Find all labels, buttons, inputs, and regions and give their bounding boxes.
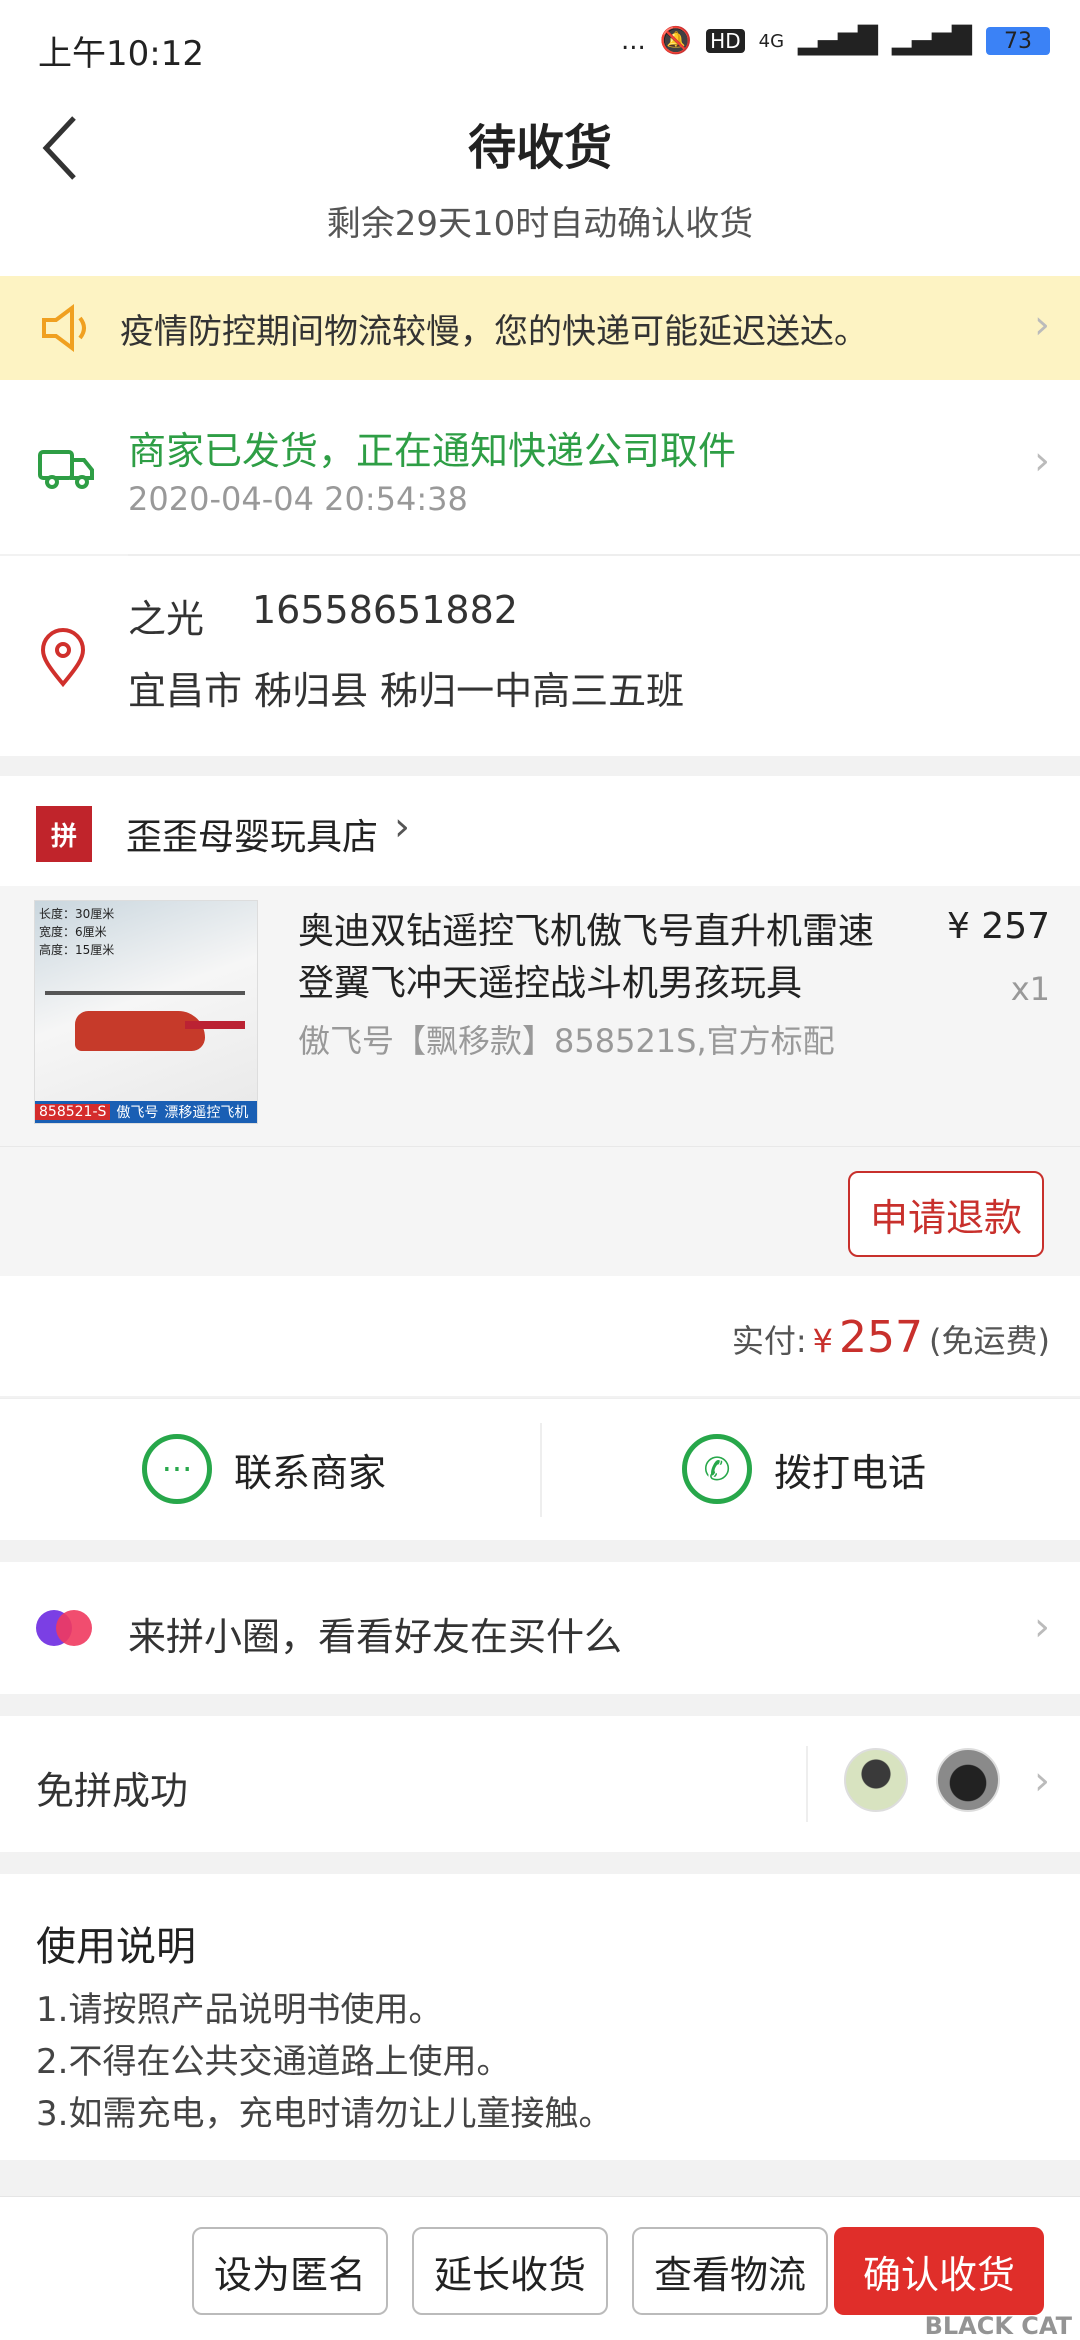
chevron-right-icon: › (394, 804, 410, 850)
call-button[interactable]: ✆ 拨打电话 (682, 1429, 926, 1509)
view-logistics-button[interactable]: 查看物流 (632, 2227, 828, 2315)
helicopter-rotor (45, 991, 245, 995)
chat-bubble-icon: ··· (142, 1434, 212, 1504)
helicopter-body (75, 1011, 205, 1051)
product-title[interactable]: 奥迪双钻遥控飞机傲飞号直升机雷速登翼飞冲天遥控战斗机男孩玩具 (298, 906, 888, 1010)
contact-row: ··· 联系商家 ✆ 拨打电话 (0, 1398, 1080, 1540)
status-bar: 上午10:12 ... 🔕 HD 4G ▂▄▆█ ▂▄▆█ 73 (0, 0, 1080, 100)
store-name[interactable]: 歪歪母婴玩具店 (126, 808, 378, 860)
circle-logo-icon (56, 1610, 92, 1646)
product-image-caption: 858521-S 傲飞号 漂移遥控飞机 (35, 1101, 257, 1123)
store-section: 拼 歪歪母婴玩具店 › 长度：30厘米 宽度：6厘米 高度：15厘米 85852… (0, 776, 1080, 1276)
speaker-icon (42, 304, 86, 352)
product-quantity: x1 (1010, 970, 1050, 1008)
avatar[interactable] (936, 1748, 1000, 1812)
refund-button[interactable]: 申请退款 (848, 1171, 1044, 1257)
paid-currency: ¥ (812, 1322, 834, 1360)
more-dots-icon: ... (621, 26, 646, 56)
paid-line: 实付: ¥ 257 (免运费) (732, 1312, 1050, 1363)
product-item[interactable]: 长度：30厘米 宽度：6厘米 高度：15厘米 858521-S 傲飞号 漂移遥控… (0, 886, 1080, 1146)
paid-label: 实付: (731, 1322, 807, 1360)
payment-summary: 实付: ¥ 257 (免运费) (0, 1276, 1080, 1396)
page-title: 待收货 (467, 120, 612, 176)
friend-circle-promo[interactable]: 来拼小圈，看看好友在买什么 › (0, 1562, 1080, 1694)
group-status-text: 免拼成功 (36, 1769, 189, 1813)
chevron-right-icon: › (1034, 302, 1050, 348)
logistics-status-text: 商家已发货，正在通知快递公司取件 (128, 429, 737, 473)
refund-row: 申请退款 (0, 1146, 1080, 1276)
notice-text: 疫情防控期间物流较慢，您的快递可能延迟送达。 (120, 311, 868, 352)
status-time: 上午10:12 (38, 34, 204, 74)
phone-icon: ✆ (682, 1434, 752, 1504)
auto-confirm-countdown: 剩余29天10时自动确认收货 (326, 204, 754, 244)
paid-amount: 257 (839, 1312, 924, 1363)
contact-merchant-button[interactable]: ··· 联系商家 (142, 1429, 386, 1509)
status-icons: ... 🔕 HD 4G ▂▄▆█ ▂▄▆█ 73 (621, 26, 1050, 56)
usage-line: 2.不得在公共交通道路上使用。 (36, 2042, 511, 2082)
shipping-address: 之光 16558651882 宜昌市 秭归县 秭归一中高三五班 (0, 556, 1080, 756)
address-line: 宜昌市 秭归县 秭归一中高三五班 (128, 669, 685, 713)
helicopter-tail (185, 1021, 245, 1029)
chevron-right-icon: › (1034, 1758, 1050, 1804)
extend-receipt-button[interactable]: 延长收货 (412, 2227, 608, 2315)
set-anonymous-button[interactable]: 设为匿名 (192, 2227, 388, 2315)
signal2-icon: ▂▄▆█ (892, 26, 972, 56)
product-price: ¥ 257 (946, 906, 1050, 947)
recipient-name: 之光 (128, 597, 205, 641)
divider (806, 1746, 808, 1822)
usage-line: 3.如需充电，充电时请勿让儿童接触。 (36, 2094, 613, 2134)
store-logo: 拼 (36, 806, 92, 862)
product-spec: 傲飞号【飘移款】858521S,官方标配 (298, 1022, 835, 1060)
recipient-phone: 16558651882 (252, 588, 518, 632)
mute-bell-icon: 🔕 (659, 26, 693, 56)
shipping-note: (免运费) (929, 1322, 1050, 1360)
watermark-logo: BLACK CAT (812, 2220, 1072, 2340)
avatar[interactable] (844, 1748, 908, 1812)
product-image[interactable]: 长度：30厘米 宽度：6厘米 高度：15厘米 858521-S 傲飞号 漂移遥控… (34, 900, 258, 1124)
chevron-right-icon: › (1034, 1604, 1050, 1650)
header: 待收货 剩余29天10时自动确认收货 (0, 100, 1080, 276)
truck-icon (38, 450, 94, 489)
logistics-status[interactable]: 商家已发货，正在通知快递公司取件 2020-04-04 20:54:38 › (0, 380, 1080, 554)
divider (540, 1423, 542, 1517)
usage-title: 使用说明 (36, 1924, 196, 1970)
chevron-right-icon: › (1034, 438, 1050, 484)
usage-line: 1.请按照产品说明书使用。 (36, 1990, 443, 2030)
notice-banner[interactable]: 疫情防控期间物流较慢，您的快递可能延迟送达。 › (0, 276, 1080, 380)
signal-icon: ▂▄▆█ (798, 26, 879, 56)
location-pin-icon (40, 628, 86, 688)
network-label: 4G (758, 30, 785, 52)
promo-text: 来拼小圈，看看好友在买什么 (128, 1615, 623, 1659)
call-label: 拨打电话 (774, 1450, 927, 1495)
product-image-spec: 长度：30厘米 宽度：6厘米 高度：15厘米 (39, 907, 115, 957)
hd-badge: HD (706, 29, 745, 53)
store-header[interactable]: 拼 歪歪母婴玩具店 › (0, 776, 1080, 886)
usage-instructions: 使用说明 1.请按照产品说明书使用。 2.不得在公共交通道路上使用。 3.如需充… (0, 1874, 1080, 2160)
watermark-text: BLACK CAT (924, 2312, 1072, 2340)
battery-icon: 73 (986, 27, 1050, 55)
group-status[interactable]: 免拼成功 › (0, 1716, 1080, 1852)
logistics-time: 2020-04-04 20:54:38 (128, 480, 468, 518)
contact-merchant-label: 联系商家 (234, 1450, 387, 1495)
